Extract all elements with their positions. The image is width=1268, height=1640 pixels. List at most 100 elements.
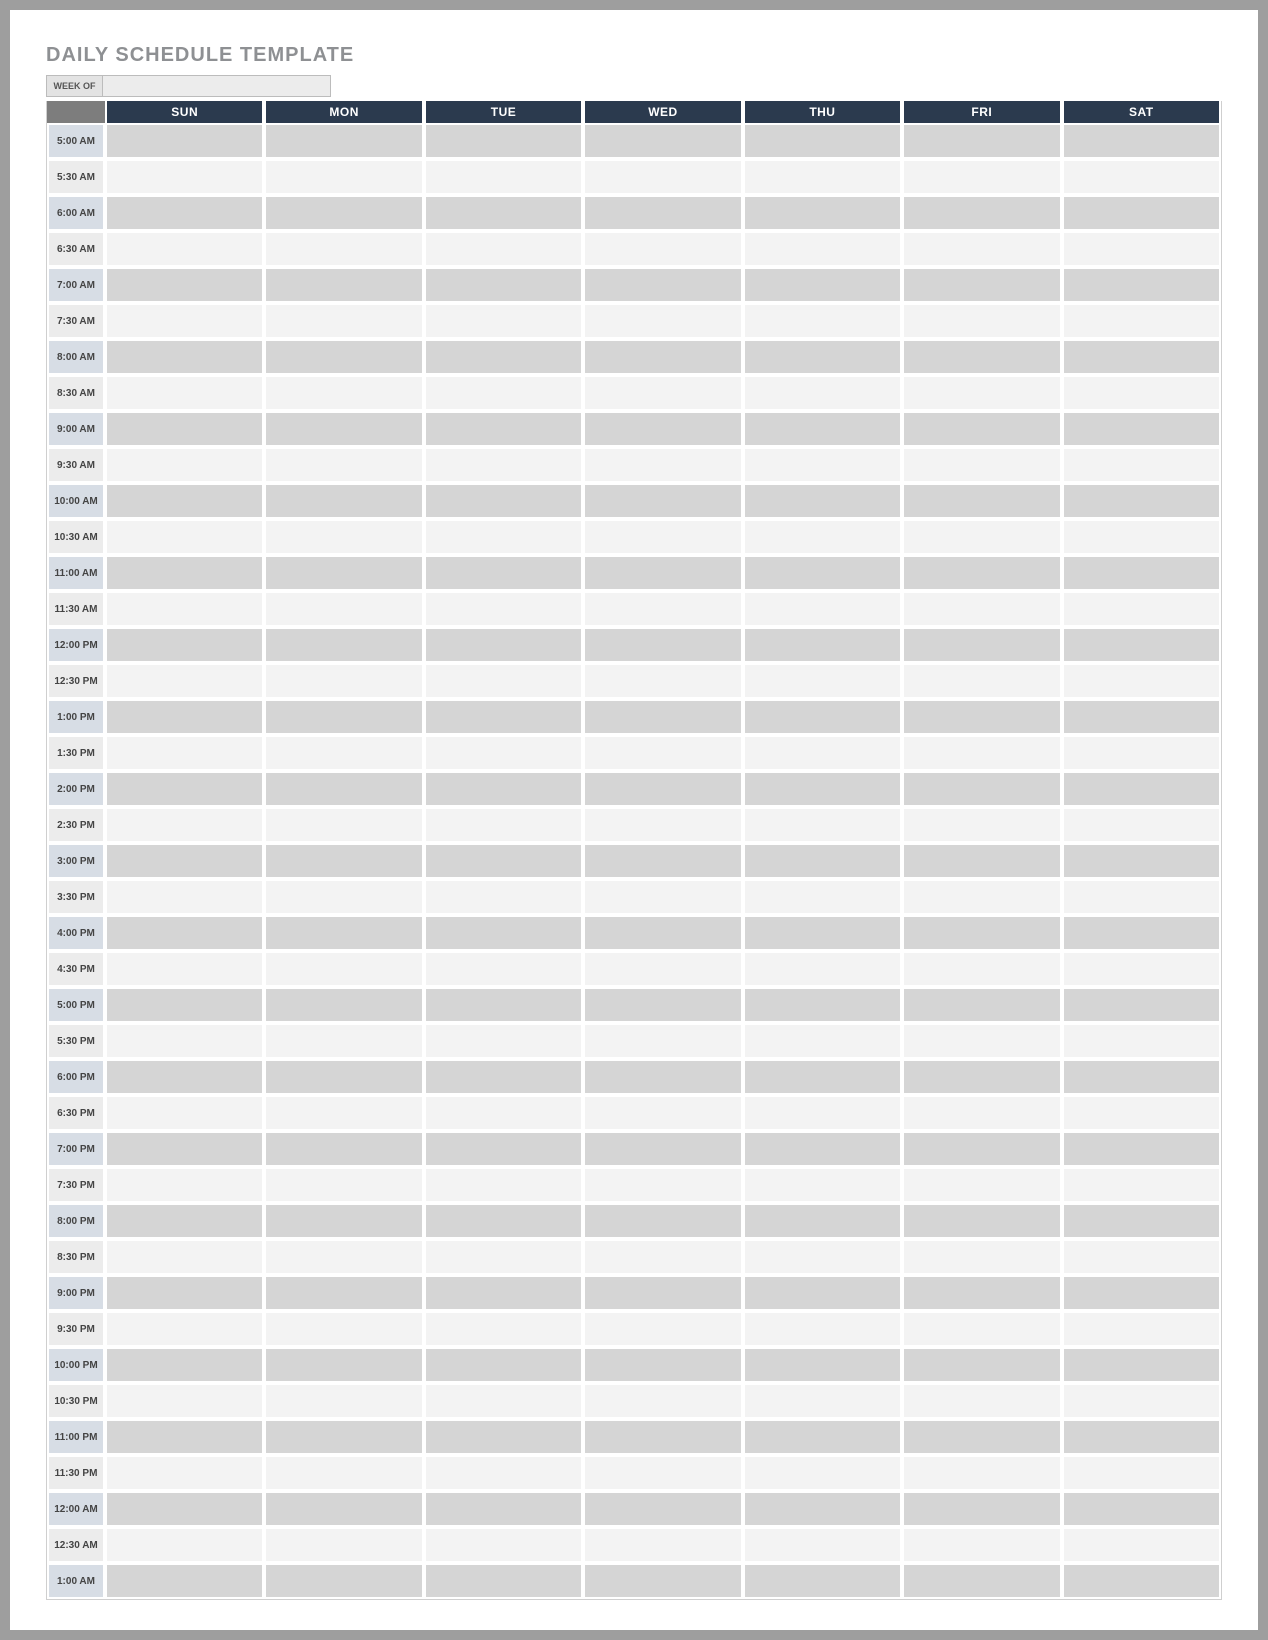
schedule-cell[interactable] (1062, 663, 1221, 699)
schedule-cell[interactable] (105, 591, 264, 627)
schedule-cell[interactable] (743, 1023, 902, 1059)
schedule-cell[interactable] (1062, 123, 1221, 159)
schedule-cell[interactable] (743, 1239, 902, 1275)
schedule-cell[interactable] (424, 159, 583, 195)
schedule-cell[interactable] (902, 1095, 1061, 1131)
schedule-cell[interactable] (902, 1275, 1061, 1311)
schedule-cell[interactable] (902, 1419, 1061, 1455)
schedule-cell[interactable] (105, 375, 264, 411)
schedule-cell[interactable] (264, 375, 423, 411)
schedule-cell[interactable] (264, 1239, 423, 1275)
schedule-cell[interactable] (583, 1203, 742, 1239)
schedule-cell[interactable] (743, 447, 902, 483)
schedule-cell[interactable] (264, 987, 423, 1023)
schedule-cell[interactable] (743, 1311, 902, 1347)
schedule-cell[interactable] (902, 771, 1061, 807)
schedule-cell[interactable] (1062, 987, 1221, 1023)
schedule-cell[interactable] (1062, 267, 1221, 303)
schedule-cell[interactable] (583, 1419, 742, 1455)
schedule-cell[interactable] (105, 1491, 264, 1527)
schedule-cell[interactable] (583, 195, 742, 231)
schedule-cell[interactable] (1062, 843, 1221, 879)
schedule-cell[interactable] (105, 1563, 264, 1599)
schedule-cell[interactable] (743, 1275, 902, 1311)
schedule-cell[interactable] (1062, 195, 1221, 231)
schedule-cell[interactable] (583, 951, 742, 987)
schedule-cell[interactable] (264, 915, 423, 951)
schedule-cell[interactable] (743, 663, 902, 699)
schedule-cell[interactable] (583, 1275, 742, 1311)
schedule-cell[interactable] (743, 159, 902, 195)
schedule-cell[interactable] (902, 159, 1061, 195)
schedule-cell[interactable] (583, 699, 742, 735)
schedule-cell[interactable] (902, 627, 1061, 663)
schedule-cell[interactable] (264, 1167, 423, 1203)
schedule-cell[interactable] (264, 231, 423, 267)
schedule-cell[interactable] (1062, 1347, 1221, 1383)
schedule-cell[interactable] (264, 339, 423, 375)
schedule-cell[interactable] (424, 1347, 583, 1383)
schedule-cell[interactable] (264, 591, 423, 627)
schedule-cell[interactable] (902, 267, 1061, 303)
schedule-cell[interactable] (424, 1023, 583, 1059)
schedule-cell[interactable] (583, 123, 742, 159)
schedule-cell[interactable] (264, 267, 423, 303)
schedule-cell[interactable] (743, 195, 902, 231)
schedule-cell[interactable] (743, 519, 902, 555)
schedule-cell[interactable] (1062, 1455, 1221, 1491)
schedule-cell[interactable] (424, 1095, 583, 1131)
schedule-cell[interactable] (105, 1239, 264, 1275)
schedule-cell[interactable] (583, 1491, 742, 1527)
schedule-cell[interactable] (902, 879, 1061, 915)
schedule-cell[interactable] (1062, 1383, 1221, 1419)
schedule-cell[interactable] (583, 1023, 742, 1059)
schedule-cell[interactable] (424, 879, 583, 915)
schedule-cell[interactable] (902, 339, 1061, 375)
schedule-cell[interactable] (105, 663, 264, 699)
schedule-cell[interactable] (1062, 591, 1221, 627)
schedule-cell[interactable] (264, 771, 423, 807)
schedule-cell[interactable] (424, 627, 583, 663)
schedule-cell[interactable] (1062, 627, 1221, 663)
schedule-cell[interactable] (1062, 1131, 1221, 1167)
schedule-cell[interactable] (583, 411, 742, 447)
schedule-cell[interactable] (583, 663, 742, 699)
schedule-cell[interactable] (902, 807, 1061, 843)
schedule-cell[interactable] (424, 339, 583, 375)
schedule-cell[interactable] (424, 1203, 583, 1239)
schedule-cell[interactable] (902, 1203, 1061, 1239)
schedule-cell[interactable] (902, 519, 1061, 555)
schedule-cell[interactable] (902, 699, 1061, 735)
schedule-cell[interactable] (264, 1491, 423, 1527)
schedule-cell[interactable] (105, 771, 264, 807)
schedule-cell[interactable] (902, 735, 1061, 771)
schedule-cell[interactable] (743, 411, 902, 447)
schedule-cell[interactable] (583, 987, 742, 1023)
schedule-cell[interactable] (583, 735, 742, 771)
schedule-cell[interactable] (424, 1275, 583, 1311)
schedule-cell[interactable] (264, 483, 423, 519)
schedule-cell[interactable] (1062, 447, 1221, 483)
schedule-cell[interactable] (424, 1131, 583, 1167)
schedule-cell[interactable] (743, 1059, 902, 1095)
schedule-cell[interactable] (264, 1095, 423, 1131)
schedule-cell[interactable] (264, 807, 423, 843)
schedule-cell[interactable] (424, 1239, 583, 1275)
schedule-cell[interactable] (424, 375, 583, 411)
schedule-cell[interactable] (264, 123, 423, 159)
schedule-cell[interactable] (264, 1419, 423, 1455)
schedule-cell[interactable] (264, 663, 423, 699)
schedule-cell[interactable] (583, 267, 742, 303)
schedule-cell[interactable] (105, 267, 264, 303)
schedule-cell[interactable] (1062, 1203, 1221, 1239)
schedule-cell[interactable] (424, 555, 583, 591)
schedule-cell[interactable] (264, 303, 423, 339)
schedule-cell[interactable] (902, 591, 1061, 627)
schedule-cell[interactable] (105, 159, 264, 195)
schedule-cell[interactable] (105, 1383, 264, 1419)
schedule-cell[interactable] (105, 879, 264, 915)
schedule-cell[interactable] (424, 519, 583, 555)
schedule-cell[interactable] (424, 1383, 583, 1419)
schedule-cell[interactable] (264, 1059, 423, 1095)
schedule-cell[interactable] (583, 771, 742, 807)
